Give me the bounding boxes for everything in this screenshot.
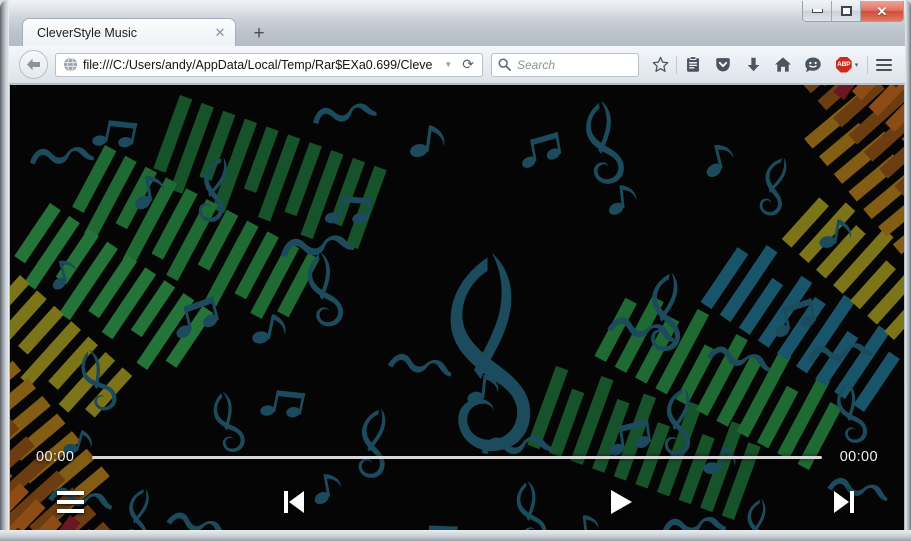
title-bar: ✕ CleverStyle Music ✕ + [0,0,911,46]
playlist-menu-button[interactable] [10,482,130,522]
total-time: 00:00 [839,449,878,465]
progress-bar[interactable] [92,455,822,459]
tab-close-icon[interactable]: ✕ [211,24,229,42]
tab-strip: CleverStyle Music ✕ + [9,18,911,46]
restore-icon [840,6,852,16]
globe-favicon-icon [63,57,78,72]
toolbar-icons: ABP ▾ [645,51,899,79]
abp-badge: ABP [835,56,852,73]
url-text: file:///C:/Users/andy/AppData/Local/Temp… [83,57,433,72]
search-icon [498,58,511,71]
back-arrow-icon [27,58,40,71]
previous-track-icon [283,491,304,513]
window-border-bottom [0,530,911,541]
pocket-icon[interactable] [708,51,738,79]
toolbar-separator-2 [867,55,868,74]
minimize-icon [811,9,823,13]
tab-cleverstyle-music[interactable]: CleverStyle Music ✕ [22,18,236,46]
search-input-placeholder[interactable]: Search [517,58,555,72]
home-glyph [774,57,792,72]
titlebar-gloss [0,0,911,18]
reading-list-icon[interactable] [678,51,708,79]
reload-icon[interactable]: ⟳ [458,56,478,73]
url-dropdown-icon[interactable]: ▼ [438,60,458,69]
toolbar-separator [676,55,677,74]
bookmark-star-icon[interactable] [645,51,675,79]
navigation-toolbar: file:///C:/Users/andy/AppData/Local/Temp… [9,46,905,84]
page-content: 00:00 00:00 [10,85,904,530]
play-icon [610,490,632,514]
downloads-icon[interactable] [738,51,768,79]
tab-title: CleverStyle Music [37,25,138,40]
adblock-plus-icon[interactable]: ABP ▾ [828,51,866,79]
clipboard-glyph [687,56,699,72]
menu-hamburger-icon [56,491,84,513]
abp-caret-icon[interactable]: ▾ [855,61,859,69]
transport-controls [10,474,904,530]
url-bar[interactable]: file:///C:/Users/andy/AppData/Local/Temp… [55,52,483,77]
previous-track-button[interactable] [130,482,457,522]
download-arrow-glyph [747,57,759,71]
home-icon[interactable] [768,51,798,79]
window-border-right [905,0,911,541]
pocket-glyph [716,57,730,71]
hamburger-glyph [876,58,892,71]
firefox-menu-icon[interactable] [869,51,899,79]
next-track-button[interactable] [784,482,904,522]
progress-row: 00:00 00:00 [10,440,904,474]
music-player-controls: 00:00 00:00 [10,440,904,530]
next-track-icon [834,491,854,513]
star-glyph [652,56,668,72]
new-tab-button[interactable]: + [247,22,271,46]
close-icon: ✕ [876,3,888,19]
play-button[interactable] [457,482,784,522]
smiley-bubble-glyph [805,56,821,72]
feedback-smiley-icon[interactable] [798,51,828,79]
browser-window: ✕ CleverStyle Music ✕ + file:///C:/Users… [0,0,911,541]
back-button[interactable] [19,50,48,79]
window-border-left [0,0,9,541]
search-bar[interactable]: Search [491,52,639,77]
elapsed-time: 00:00 [36,449,75,465]
